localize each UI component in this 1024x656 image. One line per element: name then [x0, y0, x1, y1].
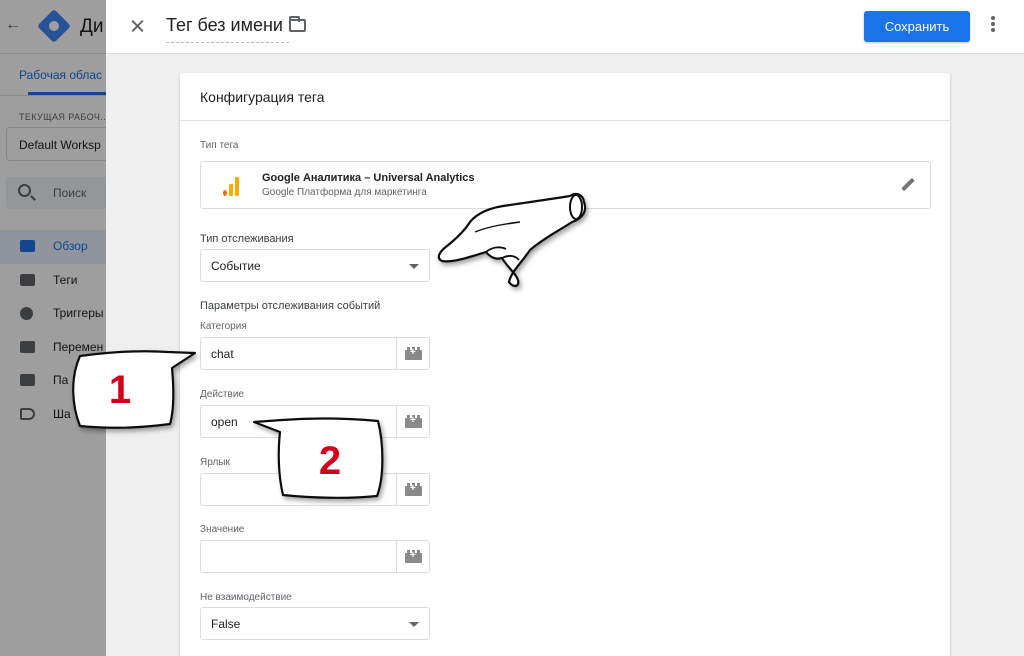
non-interaction-select[interactable]: False [200, 607, 430, 640]
action-input[interactable]: open [200, 405, 396, 438]
tag-type-label: Тип тега [200, 140, 239, 151]
value-input[interactable] [200, 540, 396, 573]
tag-configuration-card: Конфигурация тега Тип тега Google Аналит… [180, 73, 950, 656]
action-variable-button[interactable] [396, 405, 430, 438]
tracking-type-label: Тип отслеживания [200, 233, 294, 245]
action-field: open [200, 405, 430, 438]
category-label: Категория [200, 321, 247, 332]
more-vert-icon[interactable] [988, 16, 998, 36]
non-interaction-label: Не взаимодействие [200, 592, 292, 603]
tag-editor-sheet: Тег без имени Сохранить Конфигурация тег… [106, 0, 1024, 656]
variable-brick-icon [405, 483, 422, 496]
event-params-label: Параметры отслеживания событий [200, 300, 381, 312]
category-input[interactable]: chat [200, 337, 396, 370]
caret-down-icon [409, 264, 419, 269]
action-label: Действие [200, 389, 244, 400]
variable-brick-icon [405, 550, 422, 563]
tracking-type-value: Событие [211, 259, 261, 273]
value-variable-button[interactable] [396, 540, 430, 573]
tag-type-subtitle: Google Платформа для маркетинга [262, 187, 427, 198]
value-field [200, 540, 430, 573]
non-interaction-value: False [211, 617, 241, 631]
tag-type-selector[interactable]: Google Аналитика – Universal Analytics G… [200, 161, 931, 209]
edit-pencil-icon[interactable] [901, 178, 917, 194]
sheet-header: Тег без имени Сохранить [106, 0, 1024, 54]
caret-down-icon [409, 622, 419, 627]
category-field: chat [200, 337, 430, 370]
label-field [200, 473, 430, 506]
label-variable-button[interactable] [396, 473, 430, 506]
tag-name-field[interactable]: Тег без имени [166, 15, 289, 43]
label-label: Ярлык [200, 457, 230, 468]
close-icon[interactable] [126, 14, 150, 38]
category-variable-button[interactable] [396, 337, 430, 370]
folder-icon[interactable] [289, 16, 306, 32]
card-title: Конфигурация тега [200, 89, 325, 105]
variable-brick-icon [405, 347, 422, 360]
label-input[interactable] [200, 473, 396, 506]
card-divider [180, 120, 950, 121]
tracking-type-select[interactable]: Событие [200, 249, 430, 282]
google-analytics-icon [223, 176, 241, 196]
variable-brick-icon [405, 415, 422, 428]
tag-type-name: Google Аналитика – Universal Analytics [262, 172, 475, 184]
save-button[interactable]: Сохранить [864, 11, 970, 42]
value-label: Значение [200, 524, 245, 535]
